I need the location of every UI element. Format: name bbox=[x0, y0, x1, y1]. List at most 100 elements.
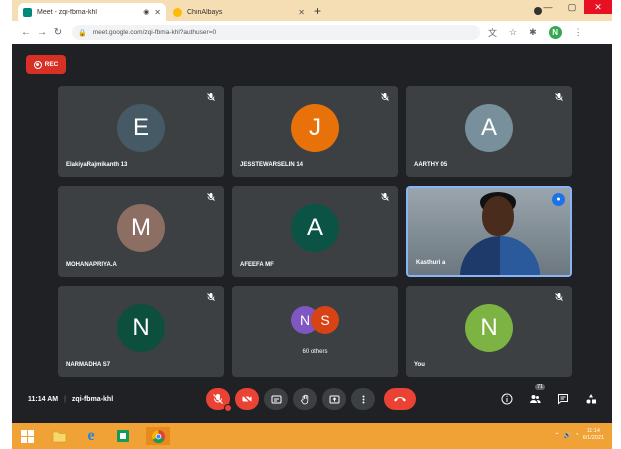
folder-icon bbox=[52, 431, 66, 442]
more-options-button[interactable] bbox=[351, 388, 375, 410]
people-button[interactable] bbox=[526, 390, 544, 408]
windows-start-button[interactable] bbox=[18, 427, 36, 445]
extensions-icon[interactable]: ✱ bbox=[529, 27, 537, 38]
taskbar-edge[interactable]: e bbox=[82, 427, 100, 445]
mic-off-icon bbox=[213, 394, 223, 404]
chrome-icon bbox=[151, 429, 165, 443]
participant-tile[interactable]: M MOHANAPRIYA.A bbox=[58, 186, 224, 277]
present-icon bbox=[329, 395, 339, 403]
chat-icon bbox=[558, 394, 568, 405]
tab-close-icon[interactable]: ✕ bbox=[298, 8, 305, 17]
meeting-details: 11:14 AM | zqi-fbma-khl bbox=[28, 396, 113, 403]
participant-name: NARMADHA S7 bbox=[66, 362, 111, 368]
url-text: meet.google.com/zqi-fbma-khl?authuser=0 bbox=[92, 29, 217, 36]
hand-icon bbox=[300, 394, 308, 404]
mic-alert-badge bbox=[224, 404, 232, 412]
windows-logo-icon bbox=[20, 429, 34, 443]
raise-hand-button[interactable] bbox=[293, 388, 317, 410]
meet-favicon-icon bbox=[23, 7, 32, 17]
chat-button[interactable] bbox=[554, 390, 572, 408]
taskbar-store[interactable] bbox=[114, 427, 132, 445]
leave-call-button[interactable] bbox=[384, 388, 416, 410]
participant-tile[interactable]: N You bbox=[406, 286, 572, 377]
participant-video-tile[interactable]: ● Kasthuri a bbox=[406, 186, 572, 277]
mic-off-icon bbox=[207, 293, 215, 301]
info-icon bbox=[501, 393, 513, 405]
clock-date: 6/1/2021 bbox=[582, 435, 604, 441]
maximize-button[interactable]: ▢ bbox=[560, 0, 584, 14]
participant-avatar: A bbox=[291, 203, 339, 252]
participant-name: AFEEFA MF bbox=[240, 262, 274, 268]
participant-tile[interactable]: A AFEEFA MF bbox=[232, 186, 398, 277]
participant-name: ElakiyaRajmikanth 13 bbox=[66, 162, 128, 168]
meeting-time: 11:14 AM bbox=[28, 396, 59, 403]
volume-icon[interactable]: 🔊 bbox=[563, 432, 570, 439]
reload-button[interactable]: ↻ bbox=[50, 27, 66, 38]
participant-tile[interactable]: J JESSTEWARSELIN 14 bbox=[232, 86, 398, 177]
details-separator: | bbox=[64, 396, 66, 403]
participant-avatar: J bbox=[291, 103, 339, 152]
participant-tile[interactable]: A AARTHY 05 bbox=[406, 86, 572, 177]
participant-avatar: A bbox=[465, 103, 513, 152]
chrome-favicon-icon bbox=[173, 7, 182, 17]
others-avatar: S bbox=[311, 306, 339, 334]
more-vert-icon bbox=[362, 395, 364, 403]
browser-tab-strip: Meet - zqi-fbma-khl ◉ ✕ ChinAlbays ✕ + —… bbox=[12, 0, 612, 21]
participant-tile[interactable]: N NARMADHA S7 bbox=[58, 286, 224, 377]
participant-avatar: N bbox=[117, 303, 165, 352]
present-now-button[interactable] bbox=[322, 388, 346, 410]
tab-recording-icon: ◉ bbox=[143, 9, 150, 16]
captions-icon bbox=[271, 395, 281, 403]
browser-toolbar: ← → ↻ 🔒 meet.google.com/zqi-fbma-khl?aut… bbox=[12, 21, 612, 44]
windows-taskbar: e ⌃ 🔊 ◔ 11:14 6/1/2021 bbox=[12, 423, 612, 449]
close-window-button[interactable]: ✕ bbox=[584, 0, 612, 14]
participant-avatar: M bbox=[117, 203, 165, 252]
captions-button[interactable] bbox=[264, 388, 288, 410]
taskbar-file-explorer[interactable] bbox=[50, 427, 68, 445]
mic-toggle-button[interactable] bbox=[206, 388, 232, 412]
mic-off-icon bbox=[555, 293, 563, 301]
recording-icon bbox=[33, 60, 42, 69]
window-controls: — ▢ ✕ bbox=[536, 0, 612, 14]
activities-button[interactable] bbox=[582, 390, 600, 408]
bookmark-star-icon[interactable]: ☆ bbox=[509, 27, 517, 38]
meeting-details-button[interactable] bbox=[498, 390, 516, 408]
participant-avatar: N bbox=[465, 303, 513, 352]
camera-toggle-button[interactable] bbox=[235, 388, 259, 410]
toolbar-actions: 文 ☆ ✱ N ⋮ bbox=[488, 26, 583, 39]
screen: Meet - zqi-fbma-khl ◉ ✕ ChinAlbays ✕ + —… bbox=[12, 0, 612, 449]
participant-name: JESSTEWARSELIN 14 bbox=[240, 162, 304, 168]
tab-close-icon[interactable]: ✕ bbox=[154, 8, 161, 17]
forward-button[interactable]: → bbox=[34, 27, 50, 38]
participant-name: MOHANAPRIYA.A bbox=[66, 262, 117, 268]
minimize-button[interactable]: — bbox=[536, 0, 560, 14]
video-person-face bbox=[482, 196, 514, 236]
others-tile[interactable]: N S 60 others bbox=[232, 286, 398, 377]
network-icon[interactable]: ◔ bbox=[575, 432, 579, 438]
tab-second[interactable]: ChinAlbays ✕ bbox=[168, 3, 310, 21]
participant-tile[interactable]: E ElakiyaRajmikanth 13 bbox=[58, 86, 224, 177]
participant-name: Kasthuri a bbox=[416, 260, 446, 266]
mic-off-icon bbox=[381, 93, 389, 101]
others-count-label: 60 others bbox=[302, 349, 328, 355]
back-button[interactable]: ← bbox=[18, 27, 34, 38]
camera-off-icon bbox=[241, 393, 253, 405]
address-bar[interactable]: 🔒 meet.google.com/zqi-fbma-khl?authuser=… bbox=[72, 25, 480, 40]
tray-expand-icon[interactable]: ⌃ bbox=[554, 432, 559, 439]
people-icon bbox=[530, 395, 541, 403]
tab-meet[interactable]: Meet - zqi-fbma-khl ◉ ✕ bbox=[18, 3, 166, 21]
taskbar-chrome[interactable] bbox=[146, 427, 170, 445]
mic-off-icon bbox=[207, 193, 215, 201]
new-tab-button[interactable]: + bbox=[314, 3, 321, 19]
tab-title: ChinAlbays bbox=[187, 8, 223, 16]
ie-icon: e bbox=[87, 427, 95, 444]
participant-name: AARTHY 05 bbox=[414, 162, 448, 168]
activities-icon bbox=[586, 394, 596, 404]
clock-time: 11:14 bbox=[586, 428, 600, 434]
meeting-code: zqi-fbma-khl bbox=[71, 396, 114, 403]
translate-icon[interactable]: 文 bbox=[488, 26, 497, 39]
menu-kebab-icon[interactable]: ⋮ bbox=[574, 27, 583, 38]
taskbar-clock[interactable]: 11:14 6/1/2021 bbox=[583, 428, 604, 442]
speaking-indicator-icon: ● bbox=[552, 193, 565, 206]
profile-avatar[interactable]: N bbox=[548, 26, 562, 39]
